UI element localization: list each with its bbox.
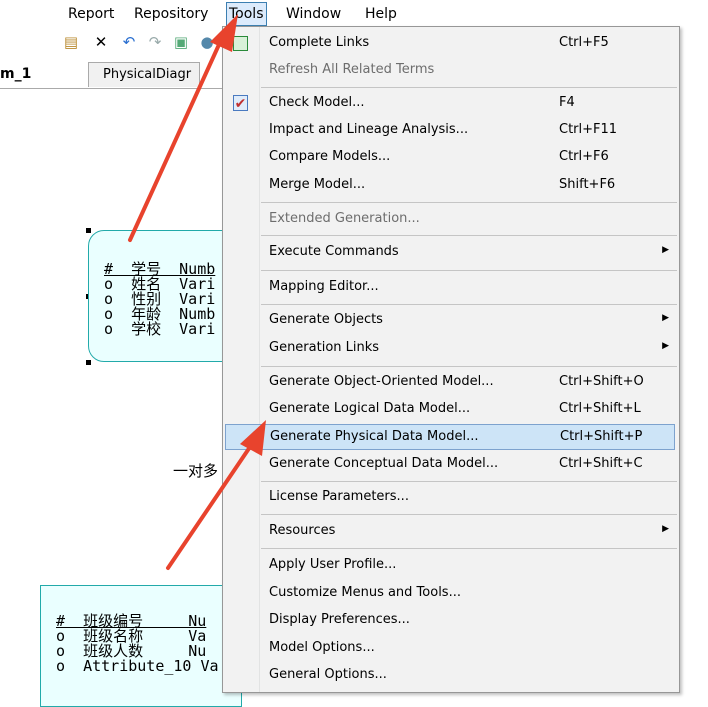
menu-item-license-parameters[interactable]: License Parameters... xyxy=(223,485,679,511)
menu-bar: Report Repository Tools Window Help xyxy=(0,0,708,28)
menu-item-label: Impact and Lineage Analysis... xyxy=(269,122,469,137)
tab-physical-diagram[interactable]: PhysicalDiagr xyxy=(88,62,201,87)
menu-item-label: Execute Commands xyxy=(269,244,399,259)
menu-item-generate-ldm[interactable]: Generate Logical Data Model... Ctrl+Shif… xyxy=(223,397,679,423)
menu-separator xyxy=(261,235,677,236)
check-model-icon: ✔ xyxy=(233,95,248,112)
menu-help[interactable]: Help xyxy=(363,4,399,24)
submenu-arrow-icon: ▶ xyxy=(662,245,669,255)
tab-diagram-1[interactable]: m_1 xyxy=(0,66,31,82)
menu-item-resources[interactable]: Resources ▶ xyxy=(223,519,679,545)
properties-icon[interactable]: ▣ xyxy=(172,33,190,51)
menu-item-shortcut: Shift+F6 xyxy=(559,177,616,192)
menu-item-label: Complete Links xyxy=(269,35,370,50)
menu-separator xyxy=(261,304,677,305)
menu-item-compare-models[interactable]: Compare Models... Ctrl+F6 xyxy=(223,145,679,171)
menu-item-customize-menus[interactable]: Customize Menus and Tools... xyxy=(223,581,679,607)
menu-item-label: Merge Model... xyxy=(269,177,366,192)
menu-item-label: Customize Menus and Tools... xyxy=(269,585,461,600)
menu-item-label: Apply User Profile... xyxy=(269,557,397,572)
menu-item-generate-pdm[interactable]: Generate Physical Data Model... Ctrl+Shi… xyxy=(225,424,675,450)
submenu-arrow-icon: ▶ xyxy=(662,524,669,534)
submenu-arrow-icon: ▶ xyxy=(662,341,669,351)
menu-item-label: Generate Logical Data Model... xyxy=(269,401,471,416)
menu-item-extended-generation[interactable]: Extended Generation... xyxy=(223,207,679,233)
menu-window[interactable]: Window xyxy=(284,4,343,24)
menu-item-label: Generate Objects xyxy=(269,312,383,327)
tools-menu: Complete Links Ctrl+F5 Refresh All Relat… xyxy=(222,26,680,693)
selection-handle[interactable] xyxy=(86,360,91,365)
menu-item-label: Generation Links xyxy=(269,340,380,355)
menu-separator xyxy=(261,270,677,271)
toolbar: ▤ ✕ ↶ ↷ ▣ ● xyxy=(0,28,225,58)
menu-tools[interactable]: Tools xyxy=(226,2,267,26)
menu-item-label: Refresh All Related Terms xyxy=(269,62,435,77)
menu-repository[interactable]: Repository xyxy=(132,4,210,24)
delete-icon[interactable]: ✕ xyxy=(92,33,110,51)
menu-item-generation-links[interactable]: Generation Links ▶ xyxy=(223,336,679,362)
menu-item-label: Check Model... xyxy=(269,95,365,110)
menu-item-label: Display Preferences... xyxy=(269,612,410,627)
menu-item-label: Model Options... xyxy=(269,640,375,655)
undo-icon[interactable]: ↶ xyxy=(120,33,138,51)
menu-item-check-model[interactable]: ✔ Check Model... F4 xyxy=(223,91,679,117)
menu-item-execute-commands[interactable]: Execute Commands ▶ xyxy=(223,240,679,266)
menu-item-complete-links[interactable]: Complete Links Ctrl+F5 xyxy=(223,31,679,57)
selection-handle[interactable] xyxy=(86,228,91,233)
menu-item-label: General Options... xyxy=(269,667,387,682)
menu-item-label: Extended Generation... xyxy=(269,211,420,226)
menu-item-label: License Parameters... xyxy=(269,489,409,504)
menu-item-shortcut: F4 xyxy=(559,95,575,110)
menu-item-generate-oom[interactable]: Generate Object-Oriented Model... Ctrl+S… xyxy=(223,370,679,396)
menu-item-impact-analysis[interactable]: Impact and Lineage Analysis... Ctrl+F11 xyxy=(223,118,679,144)
redo-icon[interactable]: ↷ xyxy=(146,33,164,51)
menu-separator xyxy=(261,87,677,88)
menu-separator xyxy=(261,514,677,515)
menu-item-label: Generate Object-Oriented Model... xyxy=(269,374,494,389)
menu-item-shortcut: Ctrl+Shift+P xyxy=(560,429,643,444)
menu-item-label: Resources xyxy=(269,523,336,538)
relationship-label: 一对多 xyxy=(173,462,219,480)
menu-separator xyxy=(261,481,677,482)
menu-item-label: Compare Models... xyxy=(269,149,391,164)
menu-item-mapping-editor[interactable]: Mapping Editor... xyxy=(223,275,679,301)
menu-separator xyxy=(261,548,677,549)
menu-item-shortcut: Ctrl+F6 xyxy=(559,149,609,164)
menu-item-display-preferences[interactable]: Display Preferences... xyxy=(223,608,679,634)
menu-separator xyxy=(261,202,677,203)
paste-icon[interactable]: ▤ xyxy=(62,33,80,51)
submenu-arrow-icon: ▶ xyxy=(662,313,669,323)
menu-item-generate-objects[interactable]: Generate Objects ▶ xyxy=(223,308,679,334)
entity-row: o Attribute_10 Va xyxy=(56,657,219,675)
menu-report[interactable]: Report xyxy=(66,4,116,24)
menu-item-merge-model[interactable]: Merge Model... Shift+F6 xyxy=(223,173,679,199)
menu-item-apply-user-profile[interactable]: Apply User Profile... xyxy=(223,553,679,579)
menu-item-refresh-terms[interactable]: Refresh All Related Terms xyxy=(223,58,679,84)
complete-links-icon xyxy=(233,36,248,51)
menu-separator xyxy=(261,366,677,367)
model-icon[interactable]: ● xyxy=(198,33,216,51)
menu-item-shortcut: Ctrl+Shift+O xyxy=(559,374,644,389)
entity-row: o 学校 Vari xyxy=(104,320,216,338)
diagram-tabs: m_1 PhysicalDiagr xyxy=(0,60,225,89)
menu-item-label: Generate Physical Data Model... xyxy=(270,429,479,444)
menu-item-shortcut: Ctrl+F11 xyxy=(559,122,618,137)
menu-item-model-options[interactable]: Model Options... xyxy=(223,636,679,662)
menu-item-label: Generate Conceptual Data Model... xyxy=(269,456,499,471)
menu-item-shortcut: Ctrl+F5 xyxy=(559,35,609,50)
menu-item-label: Mapping Editor... xyxy=(269,279,379,294)
menu-item-shortcut: Ctrl+Shift+C xyxy=(559,456,643,471)
menu-item-general-options[interactable]: General Options... xyxy=(223,663,679,689)
menu-item-shortcut: Ctrl+Shift+L xyxy=(559,401,641,416)
menu-item-generate-cdm[interactable]: Generate Conceptual Data Model... Ctrl+S… xyxy=(223,452,679,478)
